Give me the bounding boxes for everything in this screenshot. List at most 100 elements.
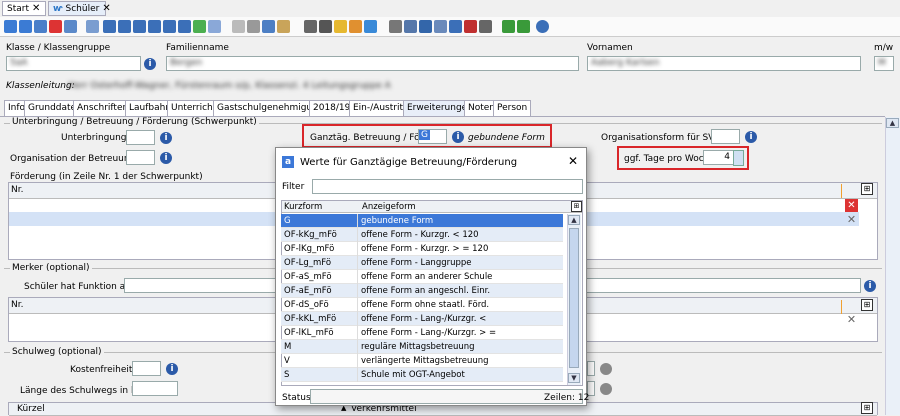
tool-f-icon[interactable] [464, 20, 477, 33]
page-scrollbar[interactable] [885, 117, 900, 415]
tage-value: 4 [724, 152, 730, 162]
tage-input[interactable]: 4 [703, 150, 734, 165]
tool-d-icon[interactable] [434, 20, 447, 33]
tool-a-icon[interactable] [389, 20, 402, 33]
dialog-row[interactable]: S Schule mit OGT-Angebot [281, 368, 563, 382]
tool-e-icon[interactable] [449, 20, 462, 33]
dialog-row[interactable]: Vverlängerte Mittagsbetreuung [281, 354, 563, 368]
scroll-up-icon[interactable]: ▲ [568, 215, 580, 225]
toolbar [0, 17, 900, 37]
subtab-anschriften[interactable]: Anschriften [73, 100, 133, 116]
subtab-2018-19[interactable]: 2018/19 [309, 100, 355, 116]
vornamen-input[interactable]: Aaberg Karlsen [587, 56, 861, 71]
dialog-row[interactable]: OF-dS_oFö offene Form ohne staatl. Förd. [281, 298, 563, 312]
close-icon[interactable]: ✕ [568, 154, 578, 168]
cut-icon[interactable] [247, 20, 260, 33]
info-icon-disabled [600, 383, 612, 395]
preview-icon[interactable] [319, 20, 332, 33]
save-icon[interactable] [4, 20, 17, 33]
close-icon[interactable]: ✕ [102, 3, 110, 14]
remove-icon[interactable]: ✕ [845, 313, 858, 326]
undo-icon[interactable] [34, 20, 47, 33]
status-label: Status [282, 393, 311, 403]
help-icon[interactable] [536, 20, 549, 33]
tool-i-icon[interactable] [517, 20, 530, 33]
info-icon[interactable]: i [452, 131, 464, 143]
klasse-input[interactable]: 5aA [6, 56, 141, 71]
column-chooser-icon[interactable]: ⊞ [861, 183, 873, 195]
remove-icon[interactable]: ✕ [845, 213, 858, 226]
tab-schueler[interactable]: ⱳ Schüler ✕ [48, 1, 111, 16]
delete-row-icon[interactable]: ✕ [845, 199, 858, 212]
tool-b-icon[interactable] [404, 20, 417, 33]
orgform-input[interactable] [711, 129, 740, 144]
subtab-ein-austritt[interactable]: Ein-/Austritt [349, 100, 411, 116]
tage-spinner[interactable] [733, 150, 744, 166]
column-chooser-icon[interactable]: ⊞ [861, 299, 873, 311]
dialog-row[interactable]: OF-aS_mFö offene Form an anderer Schule [281, 270, 563, 284]
edit-icon[interactable] [349, 20, 362, 33]
info-icon[interactable]: i [745, 131, 757, 143]
scroll-thumb[interactable] [569, 228, 579, 368]
organisation-input[interactable] [126, 150, 155, 165]
tool-g-icon[interactable] [479, 20, 492, 33]
dialog-row[interactable]: OF-lKL_mFö offene Form - Lang-/Kurzgr. > … [281, 326, 563, 340]
info-icon[interactable]: i [160, 132, 172, 144]
list-icon[interactable] [208, 20, 221, 33]
filter-input[interactable] [312, 179, 583, 194]
info-icon[interactable]: i [166, 363, 178, 375]
schulweg-input-right-1[interactable] [587, 361, 595, 376]
laenge-input[interactable] [132, 381, 178, 396]
copy-icon[interactable] [262, 20, 275, 33]
column-divider [357, 354, 358, 368]
row-kurzform: OF-dS_oFö [284, 300, 329, 310]
column-divider [357, 214, 358, 228]
scroll-down-icon[interactable]: ▼ [568, 373, 580, 383]
info-icon[interactable]: i [864, 280, 876, 292]
info-icon-disabled [600, 363, 612, 375]
first-record-icon[interactable] [103, 20, 116, 33]
next-record-icon[interactable] [148, 20, 161, 33]
row-count: Zeilen: 12 [544, 393, 590, 403]
tool-c-icon[interactable] [419, 20, 432, 33]
prev-record-icon[interactable] [133, 20, 146, 33]
new-record-icon[interactable] [64, 20, 77, 33]
mw-input[interactable]: M [874, 56, 894, 71]
tab-start[interactable]: Start ✕ [2, 1, 46, 16]
dialog-row[interactable]: OF-aE_mFö offene Form an angeschl. Einr. [281, 284, 563, 298]
print-icon[interactable] [304, 20, 317, 33]
close-icon[interactable]: ✕ [32, 3, 40, 14]
row-kurzform: OF-lKg_mFö [284, 244, 335, 254]
column-chooser-icon[interactable]: ⊞ [571, 201, 582, 212]
ganztag-input[interactable]: G [418, 129, 447, 144]
dialog-row[interactable]: Ggebundene Form [281, 214, 563, 228]
delete-icon[interactable] [49, 20, 62, 33]
scroll-up-icon[interactable]: ▲ [886, 118, 899, 128]
filter-icon[interactable] [334, 20, 347, 33]
dialog-row[interactable]: OF-lKg_mFö offene Form - Kurzgr. > = 120 [281, 242, 563, 256]
unterbringung-input[interactable] [126, 130, 155, 145]
subtab-person[interactable]: Person [493, 100, 532, 116]
grid-marker [841, 300, 842, 314]
prev-page-icon[interactable] [118, 20, 131, 33]
minus-icon[interactable] [232, 20, 245, 33]
next-page-icon[interactable] [163, 20, 176, 33]
kosten-input[interactable] [132, 361, 161, 376]
settings-icon[interactable] [364, 20, 377, 33]
last-record-icon[interactable] [178, 20, 191, 33]
tool-h-icon[interactable] [502, 20, 515, 33]
familienname-input[interactable]: Bergen [166, 56, 579, 71]
dialog-row[interactable]: OF-kKL_mFö offene Form - Lang-/Kurzgr. < [281, 312, 563, 326]
grid-header-kuerzel: Kürzel [17, 404, 45, 414]
grid-icon[interactable] [86, 20, 99, 33]
dialog-row[interactable]: Mreguläre Mittagsbetreuung [281, 340, 563, 354]
dialog-row[interactable]: OF-Lg_mFö offene Form - Langgruppe [281, 256, 563, 270]
info-icon[interactable]: i [160, 152, 172, 164]
save-close-icon[interactable] [19, 20, 32, 33]
column-chooser-icon[interactable]: ⊞ [861, 402, 873, 414]
refresh-icon[interactable] [193, 20, 206, 33]
row-anzeigeform: offene Form - Kurzgr. > = 120 [361, 244, 489, 254]
info-icon[interactable]: i [144, 58, 156, 70]
dialog-row[interactable]: OF-kKg_mFö offene Form - Kurzgr. < 120 [281, 228, 563, 242]
paste-icon[interactable] [277, 20, 290, 33]
